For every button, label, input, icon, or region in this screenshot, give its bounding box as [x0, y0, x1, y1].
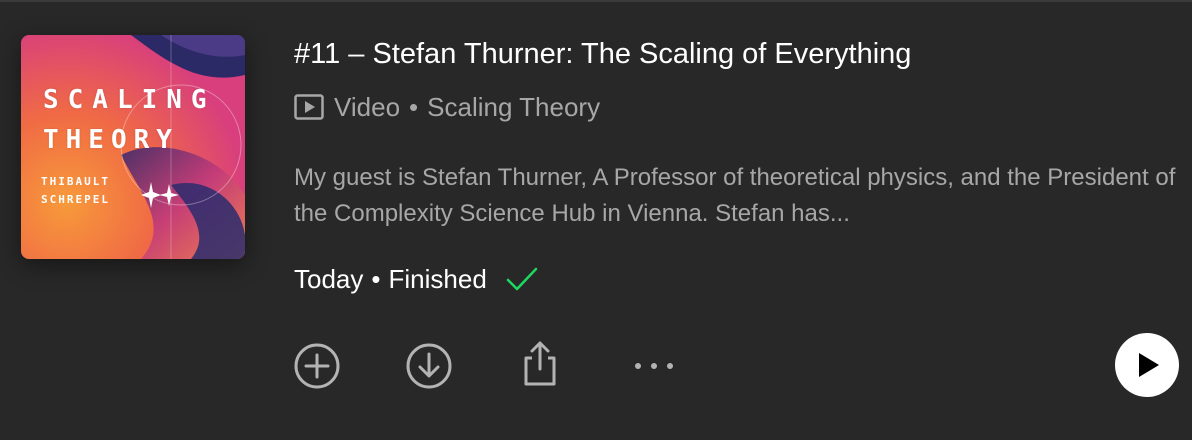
cover-author-last: SCHREPEL [41, 193, 110, 206]
episode-cover-art[interactable]: SCALING THEORY THIBAULT SCHREPEL [21, 35, 245, 259]
play-button[interactable] [1115, 333, 1179, 397]
plus-circle-icon [294, 343, 340, 389]
add-to-library-button[interactable] [293, 342, 341, 390]
release-date: Today [294, 263, 364, 294]
episode-title[interactable]: #11 – Stefan Thurner: The Scaling of Eve… [294, 38, 911, 71]
share-icon [524, 341, 556, 386]
download-button[interactable] [405, 342, 453, 390]
meta-separator: • [409, 91, 419, 122]
played-status: Finished [388, 263, 487, 294]
ellipsis-icon [635, 363, 673, 369]
show-name-link[interactable]: Scaling Theory [427, 92, 600, 123]
more-options-button[interactable] [630, 342, 678, 390]
cover-title-line-2: THEORY [43, 125, 179, 155]
episode-meta: Video • Scaling Theory [294, 90, 600, 124]
status-separator: • [371, 263, 381, 294]
episode-description: My guest is Stefan Thurner, A Professor … [294, 164, 1176, 227]
sparkle-icon [141, 182, 179, 208]
share-button[interactable] [516, 338, 564, 386]
play-icon [1139, 353, 1159, 377]
cover-author-first: THIBAULT [41, 175, 110, 188]
top-divider [0, 0, 1192, 2]
cover-title-line-1: SCALING [43, 85, 216, 115]
media-type-label: Video [334, 91, 401, 122]
check-icon [506, 267, 538, 291]
download-circle-icon [406, 343, 452, 389]
video-icon [294, 94, 324, 120]
episode-status: Today • Finished [294, 262, 539, 296]
